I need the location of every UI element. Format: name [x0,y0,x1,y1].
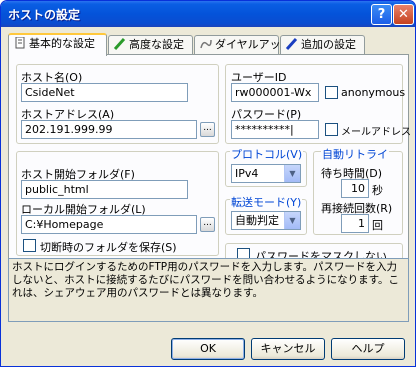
auto-retry-label: 自動リトライ [321,146,389,162]
anonymous-checkbox[interactable] [325,86,338,99]
transfer-mode-value: 自動判定 [235,214,279,227]
pen-icon [285,38,298,50]
protocol-select[interactable]: IPv4 ▼ [231,164,301,183]
tab-basic-settings[interactable]: 基本的な設定 [8,33,107,56]
save-folder-on-disconnect-label: 切断時のフォルダを保存(S) [40,241,177,254]
phone-cord-icon [200,39,212,49]
brush-icon [113,38,126,50]
title-bar: ホストの設定 ? ✕ [1,1,415,27]
protocol-label: プロトコル(V) [230,146,304,162]
host-settings-dialog: ホストの設定 ? ✕ 基本的な設定 高度な設定 ダイヤルアップ 追加の設定 ホス… [0,0,416,367]
chevron-down-icon: ▼ [284,212,300,229]
host-address-input[interactable]: 202.191.999.99 [21,120,197,139]
user-id-input[interactable]: rw000001-Wx [231,83,319,102]
host-address-browse-button[interactable]: ... [200,122,215,137]
page-icon [15,37,25,49]
transfer-mode-select[interactable]: 自動判定 ▼ [231,211,301,230]
ok-button[interactable]: OK [171,338,245,360]
host-start-folder-input[interactable]: public_html [21,180,188,199]
retry-count-unit: 回 [372,219,383,232]
help-button[interactable]: ヘルプ [331,338,405,360]
tab-basic-settings-label: 基本的な設定 [29,37,95,50]
description-text: ホストにログインするためのFTP用のパスワードを入力します。パスワードを入力しな… [8,258,409,322]
local-start-folder-input[interactable]: C:¥Homepage [21,215,197,234]
local-folder-browse-button[interactable]: ... [200,217,215,232]
mail-address-checkbox[interactable] [325,123,338,136]
close-button[interactable]: ✕ [393,4,414,25]
transfer-mode-label: 転送モード(Y) [230,194,303,210]
tab-additional-settings-label: 追加の設定 [301,38,356,51]
protocol-value: IPv4 [235,167,259,180]
cancel-button[interactable]: キャンセル [251,338,325,360]
retry-count-input[interactable]: 1 [341,214,369,233]
save-folder-on-disconnect-checkbox[interactable] [23,239,36,252]
wait-time-input[interactable]: 10 [341,179,369,198]
password-input[interactable]: **********| [231,120,319,139]
tab-additional-settings[interactable]: 追加の設定 [280,35,365,55]
tab-advanced-settings-label: 高度な設定 [129,38,184,51]
help-title-button[interactable]: ? [371,4,392,25]
tab-advanced-settings[interactable]: 高度な設定 [108,35,193,55]
window-title: ホストの設定 [8,8,81,22]
mail-address-label: メールアドレス [341,127,411,138]
chevron-down-icon: ▼ [284,165,300,182]
wait-time-unit: 秒 [372,184,383,197]
tab-dialup[interactable]: ダイヤルアップ [194,35,292,55]
anonymous-label: anonymous [341,86,406,99]
host-name-input[interactable]: CsideNet [21,83,188,102]
